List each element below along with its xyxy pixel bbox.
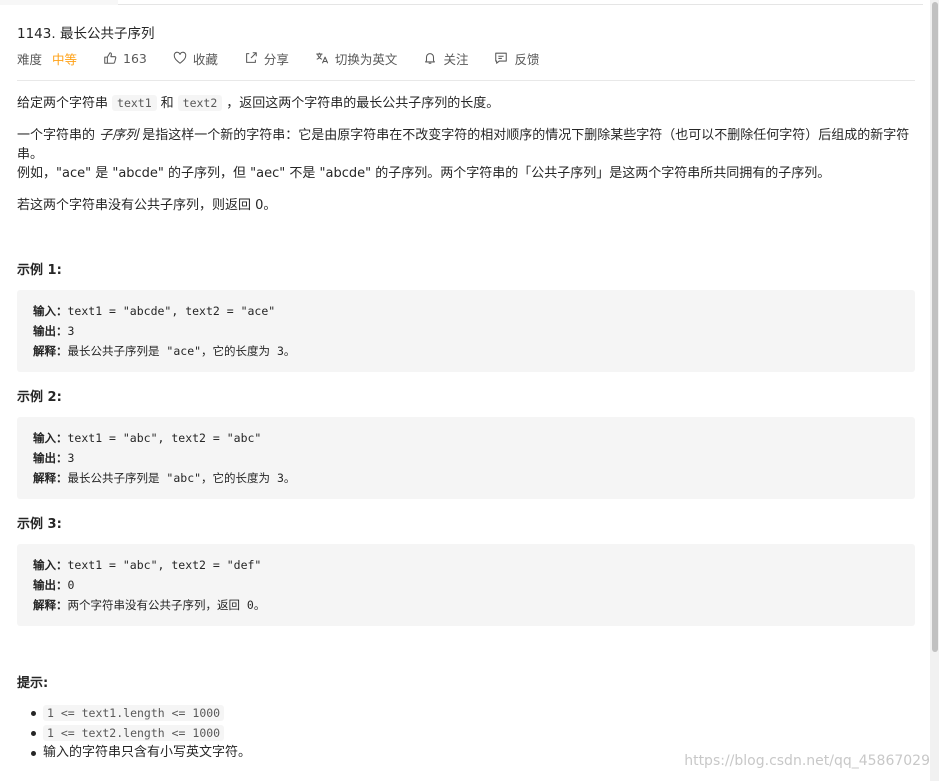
- difficulty-label: 难度: [17, 51, 43, 67]
- description-paragraph-2: 一个字符串的 子序列 是指这样一个新的字符串：它是由原字符串在不改变字符的相对顺…: [17, 128, 910, 143]
- switch-language-button[interactable]: 切换为英文: [315, 49, 398, 68]
- share-icon: [246, 52, 257, 63]
- hint-item: 输入的字符串只含有小写英文字符。: [30, 743, 251, 763]
- example-3-box: 输入：text1 = "abc", text2 = "def" 输出：0 解释：…: [17, 544, 915, 626]
- example-2-explanation: 解释：最长公共子序列是 "abc"，它的长度为 3。: [33, 471, 296, 485]
- example-1-explanation: 解释：最长公共子序列是 "ace"，它的长度为 3。: [33, 344, 296, 358]
- example-2-output: 输出：3: [33, 451, 75, 465]
- switch-language-label: 切换为英文: [334, 51, 398, 67]
- description-paragraph-3: 例如，"ace" 是 "abcde" 的子序列，但 "aec" 不是 "abcd…: [17, 166, 831, 181]
- top-tab-strip: [0, 0, 118, 5]
- example-2-box: 输入：text1 = "abc", text2 = "abc" 输出：3 解释：…: [17, 417, 915, 499]
- thumbs-up-icon: [104, 52, 117, 64]
- description-paragraph-1: 给定两个字符串 text1 和 text2 ，返回这两个字符串的最长公共子序列的长度。: [17, 95, 500, 111]
- emphasis-subsequence: 子序列: [99, 128, 139, 143]
- description-paragraph-2-cont: 串。: [17, 147, 44, 162]
- example-2-title: 示例 2:: [17, 390, 62, 405]
- top-border: [118, 4, 923, 5]
- hint-item: 1 <= text1.length <= 1000: [30, 703, 251, 723]
- example-3-input: 输入：text1 = "abc", text2 = "def": [33, 558, 262, 572]
- like-button[interactable]: 163: [103, 51, 147, 66]
- hints-title: 提示:: [17, 676, 49, 691]
- vertical-scrollbar[interactable]: [930, 0, 939, 781]
- favorite-button[interactable]: 收藏: [173, 49, 218, 68]
- example-3-output: 输出：0: [33, 578, 75, 592]
- example-1-title: 示例 1:: [17, 263, 62, 278]
- problem-title: 1143. 最长公共子序列: [17, 26, 155, 42]
- example-1-box: 输入：text1 = "abcde", text2 = "ace" 输出：3 解…: [17, 290, 915, 372]
- example-3-explanation: 解释：两个字符串没有公共子序列，返回 0。: [33, 598, 266, 612]
- heart-icon: [173, 51, 187, 64]
- share-label: 分享: [263, 51, 289, 67]
- example-3-title: 示例 3:: [17, 517, 62, 532]
- favorite-label: 收藏: [192, 51, 218, 67]
- meta-divider: [17, 80, 915, 81]
- follow-button[interactable]: 关注: [423, 49, 468, 68]
- example-1-output: 输出：3: [33, 324, 75, 338]
- scrollbar-thumb[interactable]: [932, 2, 938, 652]
- problem-meta-bar: 难度 中等 163 收藏 分享 切换为英文 关注 反馈: [17, 49, 565, 67]
- translate-icon: [316, 52, 329, 64]
- watermark: https://blog.csdn.net/qq_45867029: [684, 753, 930, 769]
- feedback-icon: [495, 52, 508, 64]
- feedback-label: 反馈: [514, 51, 540, 67]
- example-2-input: 输入：text1 = "abc", text2 = "abc": [33, 431, 262, 445]
- inline-code-text2: text2: [177, 95, 223, 111]
- example-1-input: 输入：text1 = "abcde", text2 = "ace": [33, 304, 276, 318]
- hint-item: 1 <= text2.length <= 1000: [30, 723, 251, 743]
- inline-code-text1: text1: [112, 95, 157, 111]
- bell-icon: [425, 53, 436, 64]
- description-paragraph-4: 若这两个字符串没有公共子序列，则返回 0。: [17, 198, 277, 213]
- feedback-button[interactable]: 反馈: [494, 49, 539, 68]
- difficulty-badge: 中等: [52, 51, 78, 67]
- like-count: 163: [123, 50, 147, 66]
- hints-list: 1 <= text1.length <= 1000 1 <= text2.len…: [30, 703, 251, 763]
- follow-label: 关注: [443, 51, 469, 67]
- share-button[interactable]: 分享: [244, 49, 289, 68]
